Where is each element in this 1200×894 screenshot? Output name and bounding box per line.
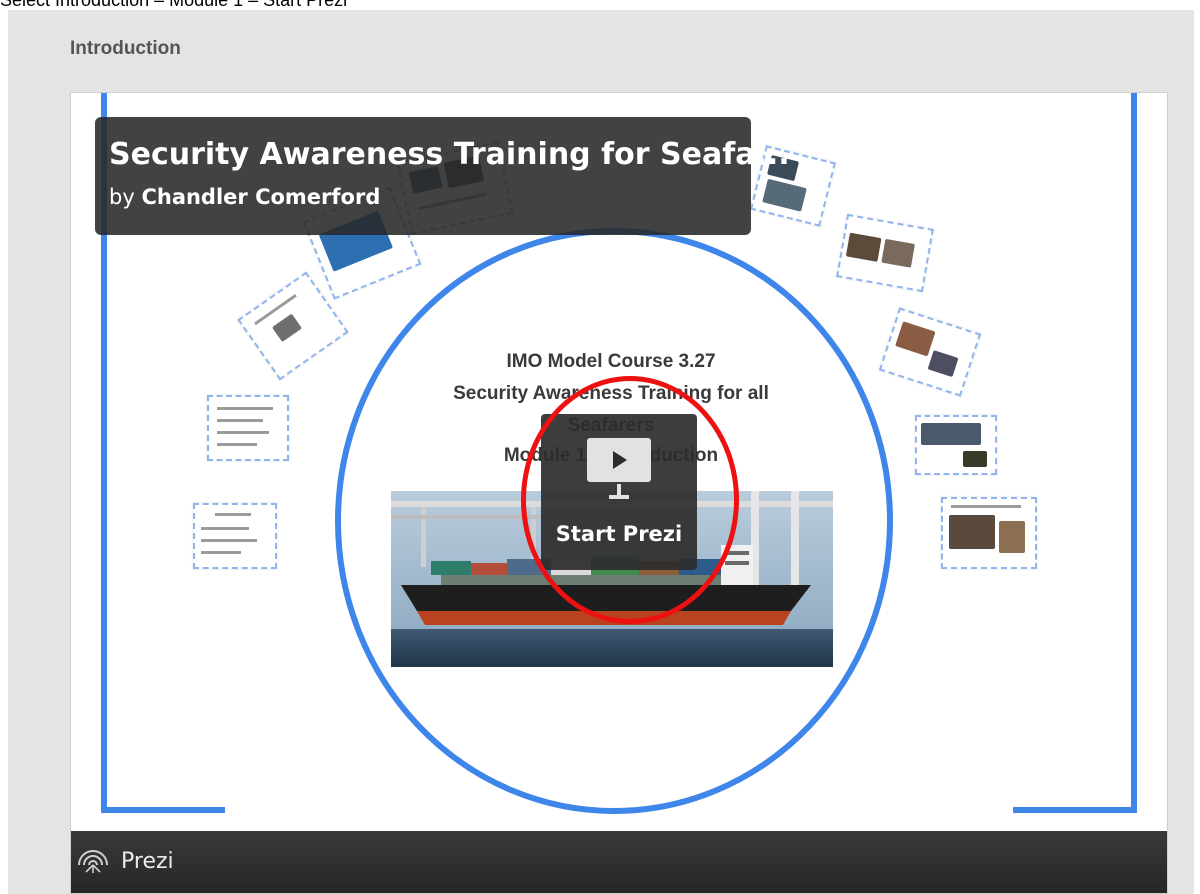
- highlight-circle: [521, 376, 739, 624]
- slide-thumbnail: [193, 503, 277, 569]
- slide-thumbnail: [915, 415, 997, 475]
- presentation-title-box: Security Awareness Training for Seafa...…: [95, 117, 790, 235]
- prezi-logo-icon: [78, 850, 108, 873]
- prezi-footer-bar[interactable]: Prezi: [71, 831, 1167, 893]
- presentation-title: Security Awareness Training for Seafa...: [109, 137, 790, 172]
- presentation-author: by Chandler Comerford: [109, 185, 380, 209]
- instruction-text: Select Introduction – Module 1 – Start P…: [0, 0, 348, 10]
- author-prefix: by: [109, 185, 135, 209]
- prezi-brand-label: Prezi: [121, 849, 174, 874]
- section-title: Introduction: [70, 38, 181, 59]
- course-title-line: IMO Model Course 3.27: [506, 351, 716, 372]
- author-name: Chandler Comerford: [141, 185, 381, 209]
- slide-thumbnail: [207, 395, 289, 461]
- slide-thumbnail: [941, 497, 1037, 569]
- prezi-embed[interactable]: Security Awareness Training for Seafa...…: [70, 92, 1168, 894]
